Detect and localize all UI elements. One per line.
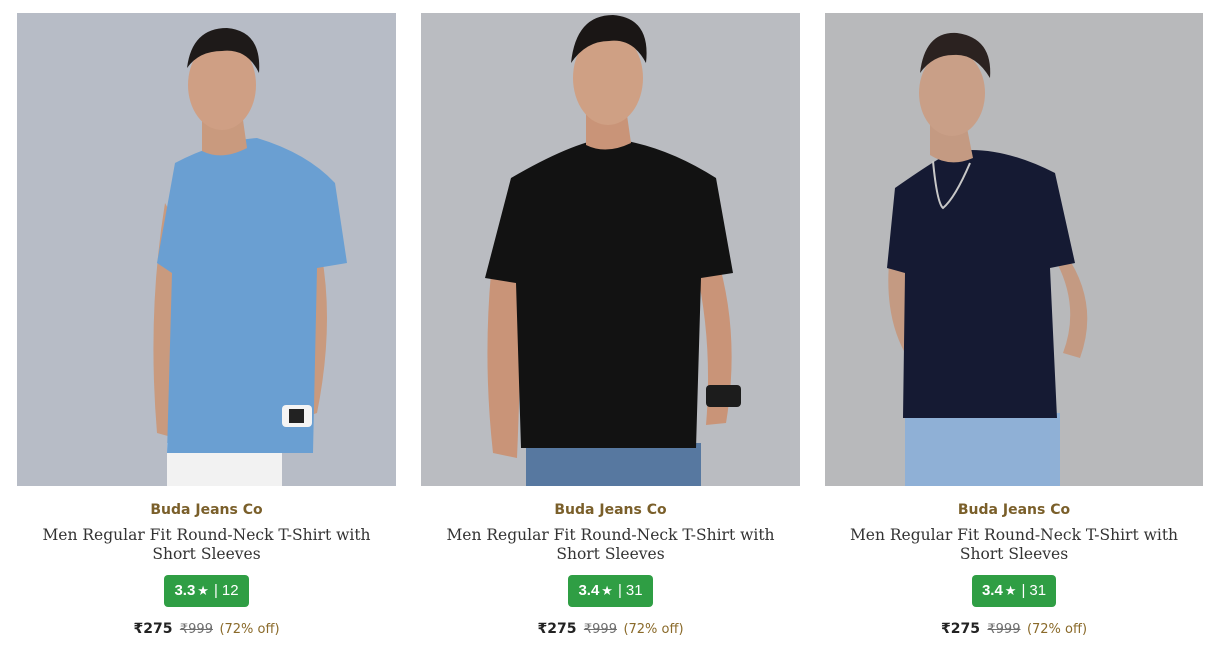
rating-badge[interactable]: 3.4 ★ | 31 [568, 575, 653, 607]
rating-container: 3.3 ★ | 12 [17, 575, 396, 607]
product-photo-navy-tshirt [825, 13, 1203, 486]
product-card[interactable]: Buda Jeans Co Men Regular Fit Round-Neck… [421, 13, 800, 653]
selling-price: ₹275 [940, 621, 980, 637]
rating-score: 3.4 [981, 582, 1003, 599]
product-title[interactable]: Men Regular Fit Round-Neck T-Shirt with … [22, 526, 392, 564]
rating-score: 3.4 [578, 582, 600, 599]
product-title[interactable]: Men Regular Fit Round-Neck T-Shirt with … [829, 526, 1199, 564]
brand-name[interactable]: Buda Jeans Co [825, 501, 1203, 519]
price-row: ₹275 ₹999 (72% off) [825, 620, 1203, 639]
product-card[interactable]: Buda Jeans Co Men Regular Fit Round-Neck… [17, 13, 396, 653]
discount-label: (72% off) [623, 622, 684, 637]
review-count: 31 [625, 582, 643, 599]
review-count: 31 [1029, 582, 1047, 599]
rating-score: 3.3 [174, 582, 196, 599]
rating-badge[interactable]: 3.3 ★ | 12 [164, 575, 249, 607]
product-title[interactable]: Men Regular Fit Round-Neck T-Shirt with … [426, 526, 796, 564]
product-grid: Buda Jeans Co Men Regular Fit Round-Neck… [0, 0, 1225, 669]
original-price: ₹999 [583, 622, 617, 637]
product-photo-black-tshirt [421, 13, 800, 486]
product-image[interactable] [825, 13, 1203, 486]
product-image[interactable] [17, 13, 396, 486]
star-icon: ★ [197, 583, 209, 598]
discount-label: (72% off) [219, 622, 280, 637]
review-count: 12 [221, 582, 239, 599]
brand-name[interactable]: Buda Jeans Co [17, 501, 396, 519]
price-row: ₹275 ₹999 (72% off) [17, 620, 396, 639]
rating-separator: | [617, 582, 622, 599]
rating-container: 3.4 ★ | 31 [825, 575, 1203, 607]
product-photo-blue-tshirt [17, 13, 396, 486]
price-row: ₹275 ₹999 (72% off) [421, 620, 800, 639]
rating-container: 3.4 ★ | 31 [421, 575, 800, 607]
brand-name[interactable]: Buda Jeans Co [421, 501, 800, 519]
product-image[interactable] [421, 13, 800, 486]
discount-label: (72% off) [1026, 622, 1088, 637]
star-icon: ★ [601, 583, 613, 598]
original-price: ₹999 [987, 622, 1021, 637]
selling-price: ₹275 [133, 621, 173, 637]
star-icon: ★ [1004, 583, 1017, 598]
rating-badge[interactable]: 3.4 ★ | 31 [971, 575, 1057, 607]
rating-separator: | [1021, 582, 1026, 599]
selling-price: ₹275 [537, 621, 577, 637]
original-price: ₹999 [179, 622, 213, 637]
product-card[interactable]: Buda Jeans Co Men Regular Fit Round-Neck… [825, 13, 1203, 653]
rating-separator: | [213, 582, 218, 599]
